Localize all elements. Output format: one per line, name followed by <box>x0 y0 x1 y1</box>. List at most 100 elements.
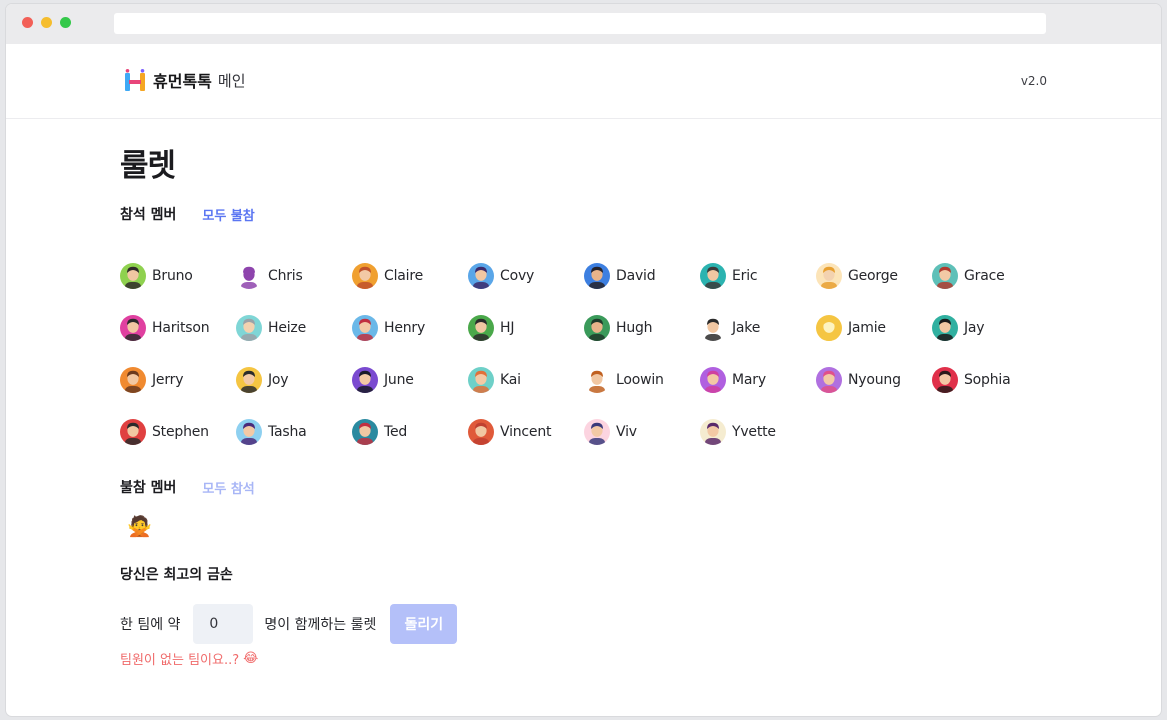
avatar-icon <box>932 263 958 289</box>
maximize-window-button[interactable] <box>60 17 71 28</box>
member-name: Kai <box>500 372 521 388</box>
member-item[interactable]: Jay <box>932 302 1048 354</box>
member-name: Jerry <box>152 372 184 388</box>
member-name: Eric <box>732 268 758 284</box>
brand[interactable]: 휴먼톡톡 메인 <box>125 68 246 92</box>
member-name: Ted <box>384 424 408 440</box>
absent-member-list: 🙅 <box>120 498 1060 554</box>
warning-text: 팀원이 없는 팀이요..? <box>120 653 240 668</box>
member-item[interactable]: Hugh <box>584 302 700 354</box>
avatar-icon <box>700 263 726 289</box>
avatar-icon <box>468 367 494 393</box>
member-item[interactable]: Joy <box>236 354 352 406</box>
avatar-icon <box>468 315 494 341</box>
member-item[interactable]: George <box>816 250 932 302</box>
member-name: Joy <box>268 372 289 388</box>
member-name: George <box>848 268 898 284</box>
member-name: Viv <box>616 424 637 440</box>
avatar-icon <box>700 419 726 445</box>
member-name: Loowin <box>616 372 664 388</box>
member-item[interactable]: Vincent <box>468 406 584 458</box>
avatar-icon <box>352 263 378 289</box>
member-item[interactable]: Chris <box>236 250 352 302</box>
avatar-icon <box>584 263 610 289</box>
member-name: Grace <box>964 268 1005 284</box>
member-name: David <box>616 268 656 284</box>
member-item[interactable]: Loowin <box>584 354 700 406</box>
member-name: Bruno <box>152 268 193 284</box>
member-item[interactable]: Ted <box>352 406 468 458</box>
avatar-icon <box>584 419 610 445</box>
avatar-icon <box>584 367 610 393</box>
member-item[interactable]: Jerry <box>120 354 236 406</box>
avatar-icon <box>700 367 726 393</box>
game-section-title: 당신은 최고의 금손 <box>120 567 233 583</box>
member-name: Jay <box>964 320 985 336</box>
version-label: v2.0 <box>1020 74 1047 88</box>
member-item[interactable]: Stephen <box>120 406 236 458</box>
absent-section-title: 불참 멤버 <box>120 480 177 496</box>
member-item[interactable]: Viv <box>584 406 700 458</box>
person-gesturing-no-icon: 🙅 <box>127 514 152 538</box>
member-item[interactable]: Sophia <box>932 354 1048 406</box>
browser-window: 휴먼톡톡 메인 v2.0 룰렛 참석 멤버 모두 불참 Bruno Chris Cl… <box>6 4 1161 716</box>
member-item[interactable]: Tasha <box>236 406 352 458</box>
spin-button[interactable]: 돌리기 <box>390 604 458 644</box>
main-content: 룰렛 참석 멤버 모두 불참 Bruno Chris Claire Covy David… <box>120 120 1060 668</box>
member-item[interactable]: Covy <box>468 250 584 302</box>
brand-subtitle: 메인 <box>217 71 246 90</box>
member-item[interactable]: Jake <box>700 302 816 354</box>
laughing-face-icon: 😂 <box>243 651 259 666</box>
member-item[interactable]: Grace <box>932 250 1048 302</box>
minimize-window-button[interactable] <box>41 17 52 28</box>
warning-message: 팀원이 없는 팀이요..? 😂 <box>120 649 1060 668</box>
top-navigation: 휴먼톡톡 메인 v2.0 <box>6 44 1161 119</box>
avatar-icon <box>816 315 842 341</box>
member-name: Henry <box>384 320 426 336</box>
avatar-icon <box>932 315 958 341</box>
member-item[interactable]: Kai <box>468 354 584 406</box>
member-name: Mary <box>732 372 766 388</box>
avatar-icon <box>352 315 378 341</box>
avatar-icon <box>468 419 494 445</box>
member-name: Covy <box>500 268 535 284</box>
member-name: June <box>384 372 414 388</box>
page-title: 룰렛 <box>120 148 176 184</box>
member-item[interactable]: Jamie <box>816 302 932 354</box>
present-section-title: 참석 멤버 <box>120 207 177 223</box>
member-item[interactable]: Claire <box>352 250 468 302</box>
member-name: Vincent <box>500 424 552 440</box>
avatar-icon <box>352 367 378 393</box>
avatar-icon <box>120 315 146 341</box>
address-bar[interactable] <box>114 13 1046 34</box>
member-item[interactable]: Haritson <box>120 302 236 354</box>
member-item[interactable]: Henry <box>352 302 468 354</box>
member-item[interactable]: Yvette <box>700 406 816 458</box>
member-item[interactable]: Heize <box>236 302 352 354</box>
avatar-icon <box>584 315 610 341</box>
member-item[interactable]: Eric <box>700 250 816 302</box>
member-name: Sophia <box>964 372 1011 388</box>
avatar-icon <box>236 315 262 341</box>
member-item[interactable]: David <box>584 250 700 302</box>
brand-name: 휴먼톡톡 <box>153 72 212 91</box>
all-absent-button[interactable]: 모두 불참 <box>202 205 254 224</box>
present-member-list: Bruno Chris Claire Covy David Eric George Grace… <box>120 250 1060 458</box>
team-size-row: 한 팀에 약 명이 함께하는 룰렛 돌리기 <box>120 604 1060 644</box>
avatar-icon <box>120 367 146 393</box>
member-name: Tasha <box>268 424 307 440</box>
avatar-icon <box>236 367 262 393</box>
all-present-button[interactable]: 모두 참석 <box>202 478 254 497</box>
member-name: Heize <box>268 320 306 336</box>
member-item[interactable]: Bruno <box>120 250 236 302</box>
member-item[interactable]: HJ <box>468 302 584 354</box>
member-item[interactable]: June <box>352 354 468 406</box>
member-name: Hugh <box>616 320 653 336</box>
member-item[interactable]: Mary <box>700 354 816 406</box>
member-name: Nyoung <box>848 372 901 388</box>
avatar-icon <box>468 263 494 289</box>
team-size-input[interactable] <box>193 604 254 644</box>
avatar-icon <box>120 419 146 445</box>
member-item[interactable]: Nyoung <box>816 354 932 406</box>
close-window-button[interactable] <box>22 17 33 28</box>
